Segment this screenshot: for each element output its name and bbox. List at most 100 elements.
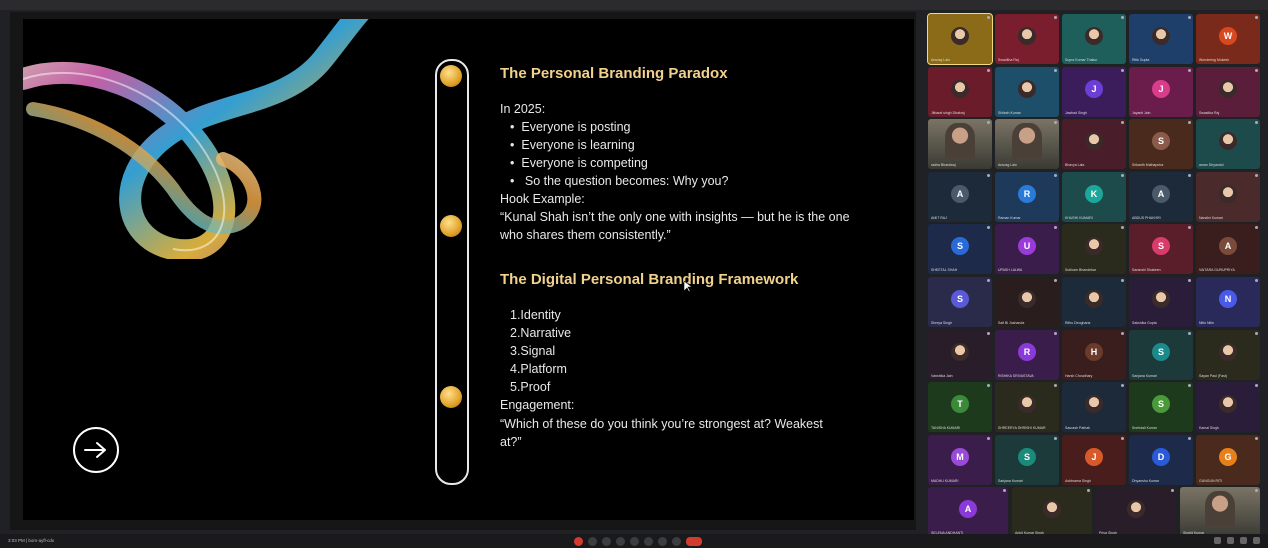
participant-tile[interactable]: Saif Bi Joshanda <box>995 277 1059 327</box>
participant-tile[interactable]: N Nitin Nitin <box>1196 277 1260 327</box>
more-icon[interactable] <box>1255 384 1258 388</box>
more-icon[interactable] <box>1255 121 1258 125</box>
more-icon[interactable] <box>1171 489 1174 493</box>
more-icon[interactable] <box>1054 436 1057 440</box>
participant-tile[interactable]: Sayan Paul (Fast) <box>1196 329 1260 380</box>
participant-tile[interactable]: Swaditha Raj <box>995 14 1059 64</box>
participant-tile[interactable]: W Wondering Mukesh <box>1196 14 1260 64</box>
more-icon[interactable] <box>1121 279 1124 282</box>
participant-tile[interactable]: R RISHIKA SRIVASTAVA <box>995 329 1059 380</box>
more-icon[interactable] <box>987 226 990 230</box>
participant-tile[interactable]: Vanshika Jain <box>928 329 992 380</box>
more-icon[interactable] <box>987 436 990 440</box>
more-icon[interactable] <box>1255 331 1258 335</box>
more-icon[interactable] <box>1255 16 1258 19</box>
participant-tile[interactable]: Rithu Deogharia <box>1062 277 1126 327</box>
raise-hand-icon[interactable] <box>644 537 653 546</box>
participant-tile[interactable]: T TANISHA KUMARI <box>928 382 992 433</box>
participant-tile[interactable]: aman Dhyandol <box>1196 119 1260 170</box>
mic-icon[interactable] <box>574 537 583 546</box>
participant-tile[interactable]: Sakshika Gupta <box>1129 277 1193 327</box>
more-icon[interactable] <box>1003 489 1006 493</box>
participant-tile[interactable]: A AMIT RAJ <box>928 171 992 222</box>
more-icon[interactable] <box>987 173 990 177</box>
participant-tile[interactable]: U UPASH LALWA <box>995 224 1059 275</box>
more-icon[interactable] <box>1121 331 1124 335</box>
more-icon[interactable] <box>987 279 990 282</box>
participant-tile[interactable]: K KHUSHI KUMARI <box>1062 171 1126 222</box>
more-icon[interactable] <box>1054 121 1057 125</box>
participant-tile[interactable]: Ritik Gupta <box>1129 14 1193 64</box>
more-icon[interactable] <box>1121 226 1124 230</box>
participant-tile[interactable]: S Shreya Singh <box>928 277 992 327</box>
more-icon[interactable] <box>987 16 990 19</box>
more-icon[interactable] <box>987 384 990 388</box>
more-icon[interactable] <box>1188 173 1191 177</box>
participant-tile[interactable]: SHREERYA SHRISHI KUMAR <box>995 382 1059 433</box>
captions-icon[interactable] <box>602 537 611 546</box>
more-icon[interactable] <box>1121 384 1124 388</box>
more-icon[interactable] <box>1121 173 1124 177</box>
more-icon[interactable] <box>1087 489 1090 493</box>
more-icon[interactable] <box>1188 226 1191 230</box>
participant-tile[interactable]: Nandini Kumari <box>1196 171 1260 222</box>
participant-tile[interactable]: Shilesh Kumar <box>995 66 1059 117</box>
participant-tile[interactable]: R Raman Kumar <box>995 171 1059 222</box>
more-icon[interactable] <box>1188 436 1191 440</box>
more-icon[interactable] <box>1121 68 1124 72</box>
more-icon[interactable] <box>1255 173 1258 177</box>
camera-icon[interactable] <box>588 537 597 546</box>
participant-tile[interactable]: Priya Singh <box>1096 487 1176 538</box>
participant-tile[interactable]: Bhavya Lala <box>1062 119 1126 170</box>
participant-tile[interactable]: Jitbaral singh Dhakraj <box>928 66 992 117</box>
participant-tile[interactable]: Anurag Lalo <box>995 119 1059 170</box>
participant-tile[interactable]: A ABDUS PHAKHRI <box>1129 171 1193 222</box>
more-icon[interactable] <box>1054 68 1057 72</box>
participant-tile[interactable]: Ankit Kumar Singh <box>1012 487 1092 538</box>
participant-tile[interactable]: Subham Bhandekar <box>1062 224 1126 275</box>
activities-icon[interactable] <box>1253 537 1260 544</box>
more-icon[interactable] <box>1255 68 1258 72</box>
more-icon[interactable] <box>1255 279 1258 282</box>
more-icon[interactable] <box>1054 226 1057 230</box>
participant-tile[interactable]: G GUNGUN RITI <box>1196 434 1260 485</box>
participant-tile[interactable]: D Dhyanshu Kumar <box>1129 434 1193 485</box>
participant-tile[interactable]: ASELENA ANDHANTI <box>928 487 1008 538</box>
participant-tile[interactable]: S Sanjana Kumari <box>995 434 1059 485</box>
more-icon[interactable] <box>1054 279 1057 282</box>
participant-tile[interactable]: Anurag Lalo <box>927 13 993 65</box>
more-icon[interactable] <box>987 331 990 335</box>
present-icon[interactable] <box>630 537 639 546</box>
participant-tile[interactable]: Swastika Raj <box>1196 66 1260 117</box>
more-icon[interactable] <box>1188 384 1191 388</box>
more-icon[interactable] <box>1121 121 1124 125</box>
more-icon[interactable] <box>1188 331 1191 335</box>
more-icon[interactable] <box>1054 16 1057 19</box>
participant-tile[interactable]: S Saranshi Shakeen <box>1129 224 1193 275</box>
participant-tile[interactable]: S SHEETAL SHAH <box>928 224 992 275</box>
more-icon[interactable] <box>987 121 990 125</box>
more-options-icon[interactable] <box>672 537 681 546</box>
more-icon[interactable] <box>1054 384 1057 388</box>
participant-tile[interactable]: Saurash Pathak <box>1062 382 1126 433</box>
participant-tile[interactable]: H Harsh Choudhary <box>1062 329 1126 380</box>
more-icon[interactable] <box>1188 121 1191 125</box>
more-icon[interactable] <box>1121 436 1124 440</box>
participant-tile[interactable]: A VAITARA GURUPRIYA <box>1196 224 1260 275</box>
participant-tile[interactable]: M MADHU KUMARI <box>928 434 992 485</box>
more-icon[interactable] <box>1054 331 1057 335</box>
more-icon[interactable] <box>1188 16 1191 19</box>
participant-tile[interactable]: Supra Kumar Thakur <box>1062 14 1126 64</box>
more-icon[interactable] <box>658 537 667 546</box>
people-icon[interactable] <box>1227 537 1234 544</box>
info-icon[interactable] <box>1214 537 1221 544</box>
more-icon[interactable] <box>1054 173 1057 177</box>
more-icon[interactable] <box>1121 16 1124 19</box>
more-icon[interactable] <box>1188 279 1191 282</box>
participant-tile[interactable]: radha Bhardwaj <box>928 119 992 170</box>
participant-tile[interactable]: J Jawhad Singh <box>1062 66 1126 117</box>
more-icon[interactable] <box>1255 436 1258 440</box>
more-icon[interactable] <box>1188 68 1191 72</box>
chat-icon[interactable] <box>1240 537 1247 544</box>
participant-tile[interactable]: J Ashbrama Singh <box>1062 434 1126 485</box>
